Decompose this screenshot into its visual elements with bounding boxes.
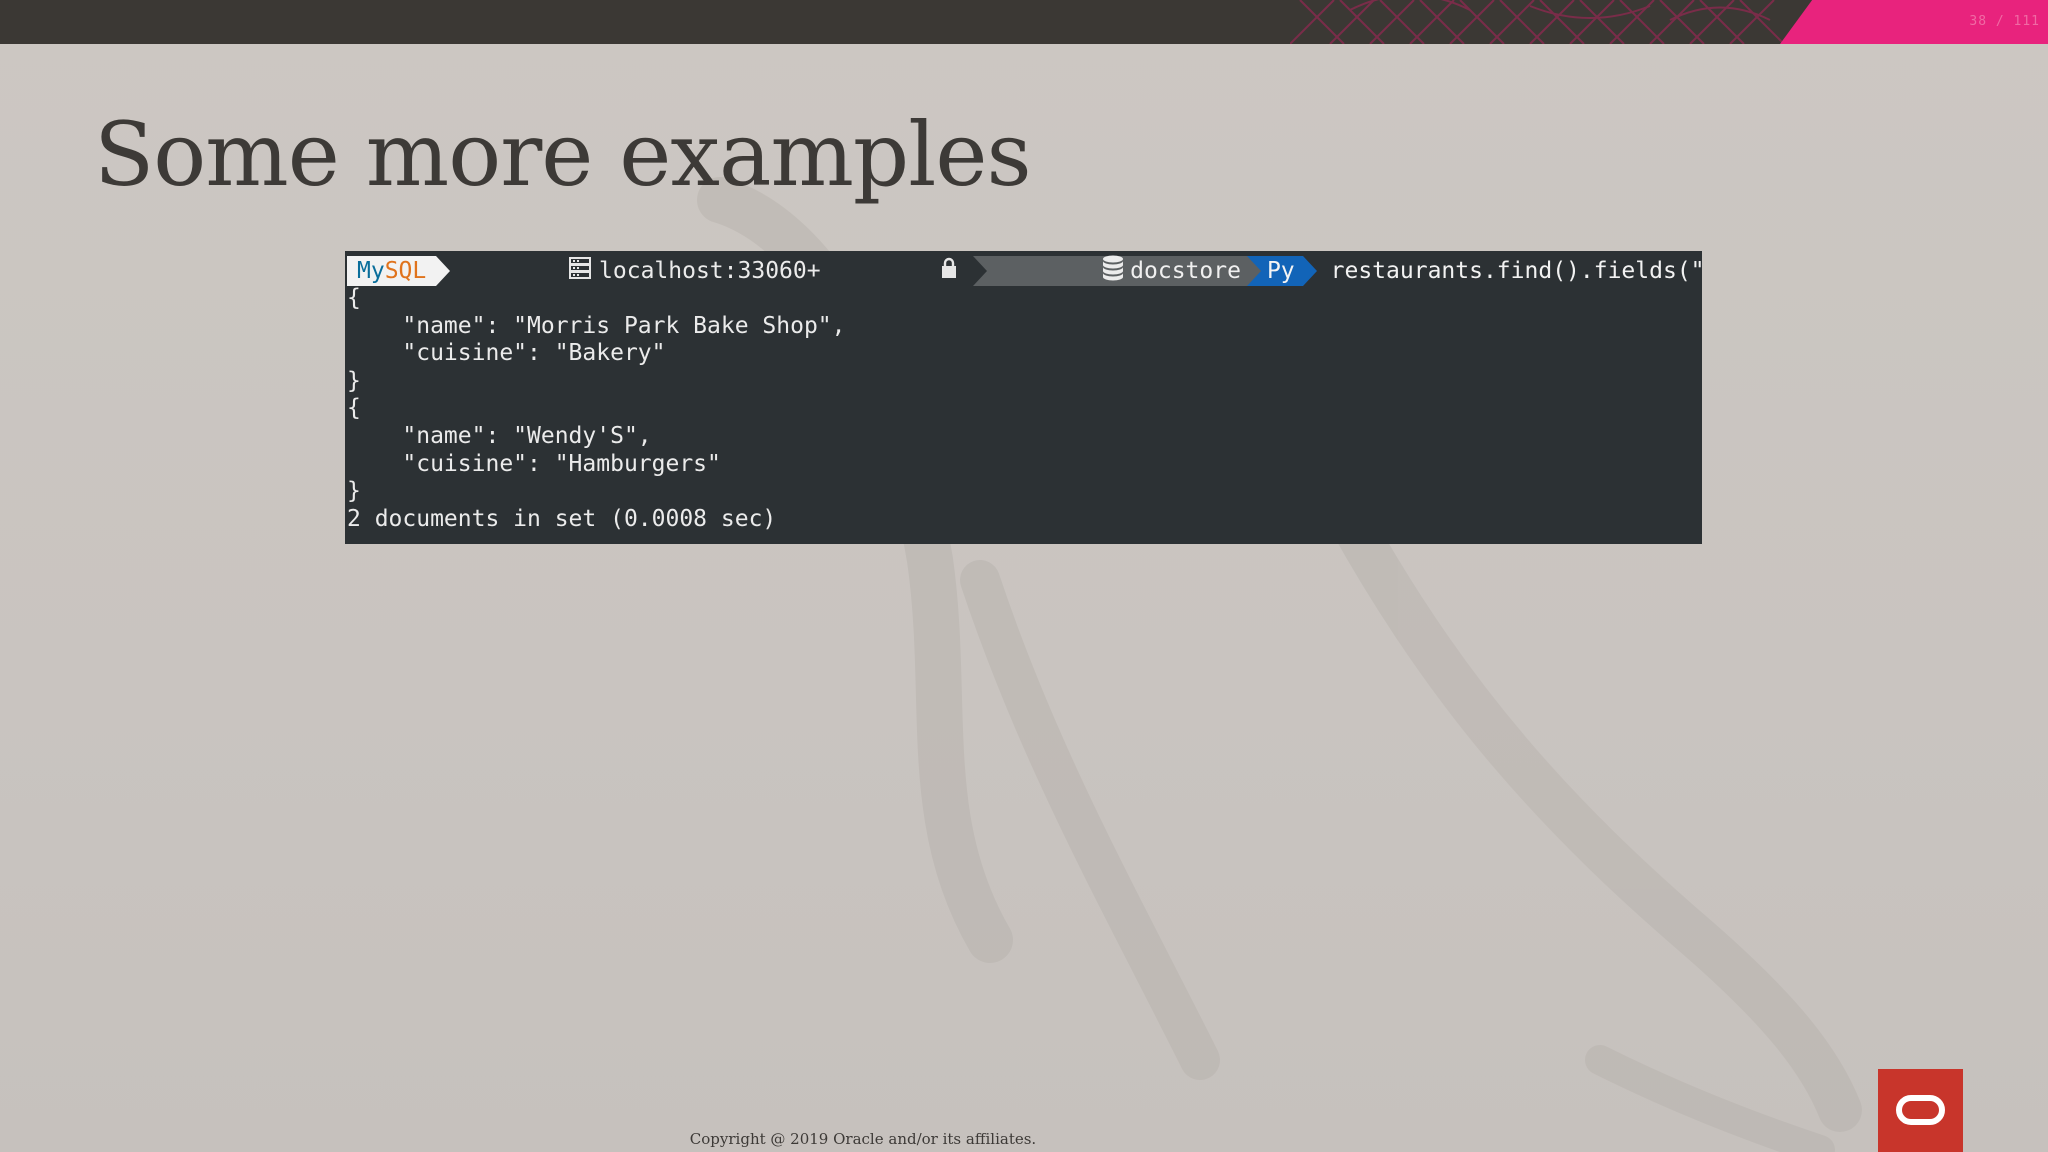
prompt-mode: Py xyxy=(1266,258,1295,284)
prompt-schema-segment: docstore xyxy=(987,255,1247,286)
prompt-separator xyxy=(436,256,451,286)
prompt-mode-segment: Py xyxy=(1260,256,1303,286)
output-line: 2 documents in set (0.0008 sec) xyxy=(347,505,777,532)
output-line: } xyxy=(347,478,361,505)
terminal-output: { "name": "Morris Park Bake Shop", "cuis… xyxy=(347,285,846,533)
database-icon xyxy=(991,251,1124,313)
prompt-schema: docstore xyxy=(1130,258,1241,284)
lock-icon xyxy=(831,251,958,311)
output-line: { xyxy=(347,395,361,422)
shell-prompt: My SQL localhost:33060+ docstore Py rest… xyxy=(347,255,1702,286)
prompt-host-segment: localhost:33060+ xyxy=(450,256,974,286)
output-line: "cuisine": "Hamburgers" xyxy=(347,450,721,477)
prompt-separator xyxy=(1246,256,1261,286)
prompt-command: restaurants.find().fields("name","cuisin… xyxy=(1330,258,1702,284)
copyright-footer: Copyright @ 2019 Oracle and/or its affil… xyxy=(689,1130,1037,1148)
prompt-mysql-sql: SQL xyxy=(384,258,427,284)
top-bar: 38 / 111 xyxy=(0,0,2048,44)
output-line: "name": "Wendy'S", xyxy=(347,422,652,449)
decorative-pattern xyxy=(1290,0,1785,44)
terminal-window: My SQL localhost:33060+ docstore Py rest… xyxy=(345,251,1702,544)
slide-title: Some more examples xyxy=(94,103,1032,206)
oracle-logo-icon xyxy=(1878,1069,1963,1152)
output-line: { xyxy=(347,285,361,311)
prompt-separator xyxy=(973,256,988,286)
output-line: "name": "Morris Park Bake Shop", xyxy=(347,312,846,339)
page-number: 38 / 111 xyxy=(1969,14,2040,29)
output-line: "cuisine": "Bakery" xyxy=(347,340,666,367)
prompt-separator xyxy=(1302,256,1317,286)
prompt-mysql-segment: My SQL xyxy=(347,256,437,286)
output-line: } xyxy=(347,367,361,394)
prompt-mysql-my: My xyxy=(357,258,385,284)
prompt-host: localhost:33060+ xyxy=(599,258,821,284)
